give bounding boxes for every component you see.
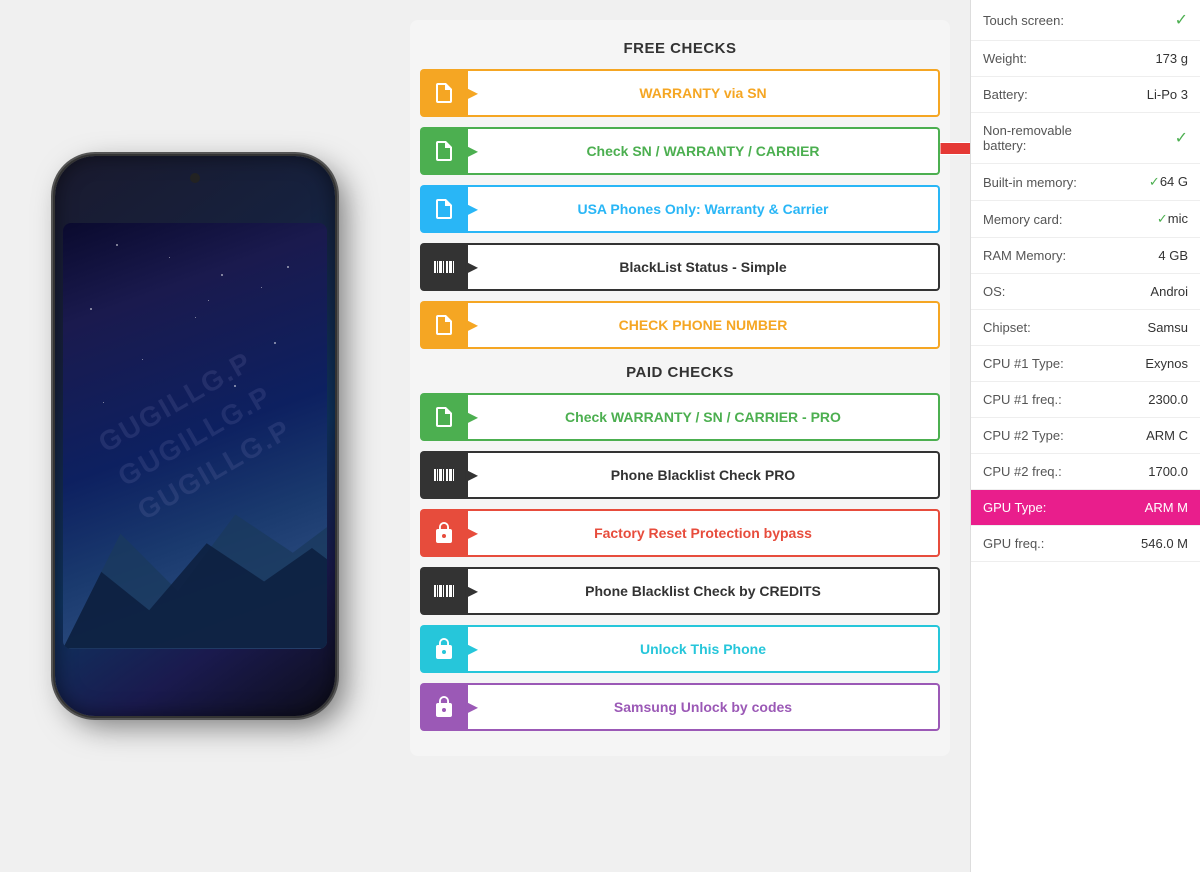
usa-phones-button[interactable]: USA Phones Only: Warranty & Carrier	[420, 185, 940, 233]
blacklist-credits-icon	[420, 567, 468, 615]
blacklist-pro-label: Phone Blacklist Check PRO	[468, 451, 940, 499]
blacklist-simple-label: BlackList Status - Simple	[468, 243, 940, 291]
check-sn-button[interactable]: Check SN / WARRANTY / CARRIER	[420, 127, 940, 175]
spec-chipset-label: Chipset:	[983, 320, 1086, 335]
spec-os: OS: Androi	[971, 274, 1200, 310]
usa-phones-icon	[420, 185, 468, 233]
check-phone-label: CHECK PHONE NUMBER	[468, 301, 940, 349]
spec-memory-card: Memory card: ✓mic	[971, 201, 1200, 238]
frp-button[interactable]: Factory Reset Protection bypass	[420, 509, 940, 557]
warranty-sn-button[interactable]: WARRANTY via SN	[420, 69, 940, 117]
spec-ram-value: 4 GB	[1086, 248, 1189, 263]
spec-cpu1-type: CPU #1 Type: Exynos	[971, 346, 1200, 382]
spec-battery-value: Li-Po 3	[1086, 87, 1189, 102]
spec-gpu-freq: GPU freq.: 546.0 M	[971, 526, 1200, 562]
spec-gpu-freq-value: 546.0 M	[1086, 536, 1189, 551]
blacklist-pro-icon	[420, 451, 468, 499]
unlock-icon	[420, 625, 468, 673]
frp-label: Factory Reset Protection bypass	[468, 509, 940, 557]
spec-cpu2-freq-label: CPU #2 freq.:	[983, 464, 1086, 479]
check-phone-icon	[420, 301, 468, 349]
spec-gpu-type-value: ARM M	[1086, 500, 1189, 515]
spec-cpu1-freq-label: CPU #1 freq.:	[983, 392, 1086, 407]
spec-ram: RAM Memory: 4 GB	[971, 238, 1200, 274]
spec-builtin-label: Built-in memory:	[983, 175, 1086, 190]
spec-cpu2-freq-value: 1700.0	[1086, 464, 1189, 479]
spec-nonremovable-value: ✓	[1086, 128, 1189, 148]
check-sn-icon	[420, 127, 468, 175]
spec-weight-value: 173 g	[1086, 51, 1189, 66]
warranty-sn-icon	[420, 69, 468, 117]
warranty-sn-label: WARRANTY via SN	[468, 69, 940, 117]
unlock-button[interactable]: Unlock This Phone	[420, 625, 940, 673]
spec-cpu1-type-value: Exynos	[1086, 356, 1189, 371]
spec-touchscreen-value: ✓	[1086, 10, 1189, 30]
blacklist-pro-button[interactable]: Phone Blacklist Check PRO	[420, 451, 940, 499]
spec-cpu1-freq-value: 2300.0	[1086, 392, 1189, 407]
spec-os-label: OS:	[983, 284, 1086, 299]
spec-nonremovable-label: Non-removable battery:	[983, 123, 1086, 153]
samsung-unlock-icon	[420, 683, 468, 731]
spec-cpu1-freq: CPU #1 freq.: 2300.0	[971, 382, 1200, 418]
warranty-pro-button[interactable]: Check WARRANTY / SN / CARRIER - PRO	[420, 393, 940, 441]
specs-panel: Touch screen: ✓ Weight: 173 g Battery: L…	[970, 0, 1200, 872]
red-arrow	[940, 129, 970, 174]
spec-battery: Battery: Li-Po 3	[971, 77, 1200, 113]
usa-phones-label: USA Phones Only: Warranty & Carrier	[468, 185, 940, 233]
spec-ram-label: RAM Memory:	[983, 248, 1086, 263]
spec-cpu2-freq: CPU #2 freq.: 1700.0	[971, 454, 1200, 490]
spec-gpu-freq-label: GPU freq.:	[983, 536, 1086, 551]
spec-weight: Weight: 173 g	[971, 41, 1200, 77]
paid-checks-title: PAID CHECKS	[420, 364, 940, 381]
warranty-pro-icon	[420, 393, 468, 441]
spec-battery-label: Battery:	[983, 87, 1086, 102]
spec-nonremovable: Non-removable battery: ✓	[971, 113, 1200, 164]
blacklist-simple-button[interactable]: BlackList Status - Simple	[420, 243, 940, 291]
spec-os-value: Androi	[1086, 284, 1189, 299]
free-checks-title: FREE CHECKS	[420, 40, 940, 57]
blacklist-simple-icon	[420, 243, 468, 291]
samsung-unlock-button[interactable]: Samsung Unlock by codes	[420, 683, 940, 731]
blacklist-credits-label: Phone Blacklist Check by CREDITS	[468, 567, 940, 615]
spec-cpu2-type-value: ARM C	[1086, 428, 1189, 443]
check-sn-label: Check SN / WARRANTY / CARRIER	[468, 127, 940, 175]
spec-weight-label: Weight:	[983, 51, 1086, 66]
spec-builtin-value: ✓64 G	[1086, 174, 1189, 190]
checks-section: FREE CHECKS WARRANTY via SN Check SN / W…	[390, 0, 970, 872]
phone-display: GUGILLG.P GUGILLG.P GUGILLG.P	[0, 0, 390, 872]
spec-touchscreen: Touch screen: ✓	[971, 0, 1200, 41]
spec-cpu2-type: CPU #2 Type: ARM C	[971, 418, 1200, 454]
phone-mockup: GUGILLG.P GUGILLG.P GUGILLG.P	[55, 156, 335, 716]
spec-cpu2-type-label: CPU #2 Type:	[983, 428, 1086, 443]
spec-chipset: Chipset: Samsu	[971, 310, 1200, 346]
spec-touchscreen-label: Touch screen:	[983, 13, 1086, 28]
warranty-pro-label: Check WARRANTY / SN / CARRIER - PRO	[468, 393, 940, 441]
spec-gpu-type-label: GPU Type:	[983, 500, 1086, 515]
samsung-unlock-label: Samsung Unlock by codes	[468, 683, 940, 731]
blacklist-credits-button[interactable]: Phone Blacklist Check by CREDITS	[420, 567, 940, 615]
spec-memcard-value: ✓mic	[1086, 211, 1189, 227]
check-phone-button[interactable]: CHECK PHONE NUMBER	[420, 301, 940, 349]
spec-memcard-label: Memory card:	[983, 212, 1086, 227]
spec-gpu-type: GPU Type: ARM M	[971, 490, 1200, 526]
frp-icon	[420, 509, 468, 557]
spec-builtin-memory: Built-in memory: ✓64 G	[971, 164, 1200, 201]
spec-cpu1-type-label: CPU #1 Type:	[983, 356, 1086, 371]
spec-chipset-value: Samsu	[1086, 320, 1189, 335]
unlock-label: Unlock This Phone	[468, 625, 940, 673]
